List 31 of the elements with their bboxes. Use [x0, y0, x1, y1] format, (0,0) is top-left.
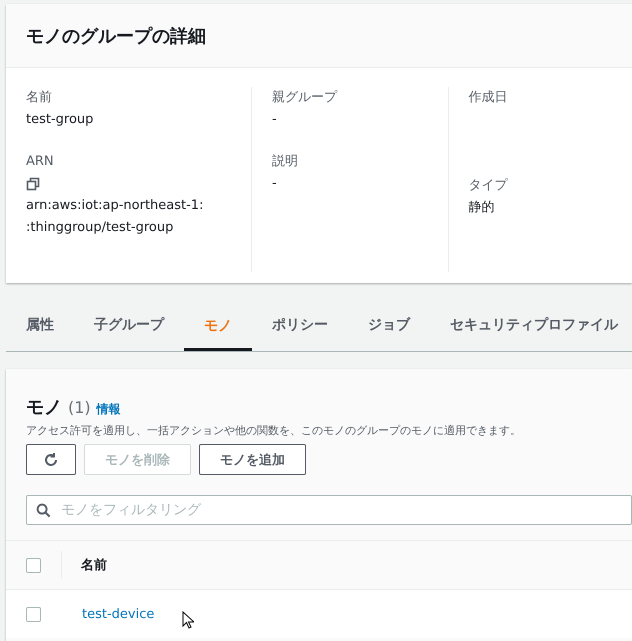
- search-field[interactable]: モノをフィルタリング: [26, 495, 632, 525]
- section-description: アクセス許可を適用し、一括アクションや他の関数を、このモノのグループのモノに適用できます。: [25, 423, 522, 438]
- refresh-icon: [43, 452, 59, 468]
- tab[interactable]: セキュリティプロファイル: [430, 301, 632, 351]
- field-label: 説明: [272, 153, 299, 171]
- copy-icon[interactable]: [26, 177, 40, 191]
- checkbox[interactable]: [26, 606, 41, 622]
- card-title: モノのグループの詳細: [26, 24, 206, 48]
- action-button[interactable]: モノを追加: [199, 444, 306, 475]
- tab[interactable]: ポリシー: [252, 301, 348, 351]
- field-value: test-group: [26, 111, 94, 129]
- column-header: 名前: [81, 557, 107, 574]
- field-value: -: [272, 175, 278, 193]
- field-label: 親グループ: [272, 89, 338, 107]
- cursor-icon: [182, 611, 194, 629]
- refresh-button[interactable]: [26, 444, 76, 475]
- info-link[interactable]: 情報: [96, 401, 121, 418]
- item-count: (1): [68, 398, 91, 417]
- field-value: arn:aws:iot:ap-northeast-1: :thinggroup/test-group: [26, 197, 204, 237]
- field-label: 作成日: [468, 89, 509, 107]
- field-label: ARN: [26, 153, 55, 171]
- tab[interactable]: 子グループ: [74, 301, 184, 351]
- thing-link[interactable]: test-device: [82, 606, 154, 622]
- field-label: 名前: [26, 89, 53, 107]
- section-title: モノ: [26, 396, 62, 419]
- checkbox[interactable]: [26, 558, 41, 572]
- field-value: 静的: [468, 199, 496, 217]
- field-value: -: [272, 111, 278, 129]
- field-label: タイプ: [468, 177, 509, 195]
- tab[interactable]: ジョブ: [348, 301, 430, 351]
- tab[interactable]: 属性: [6, 301, 74, 351]
